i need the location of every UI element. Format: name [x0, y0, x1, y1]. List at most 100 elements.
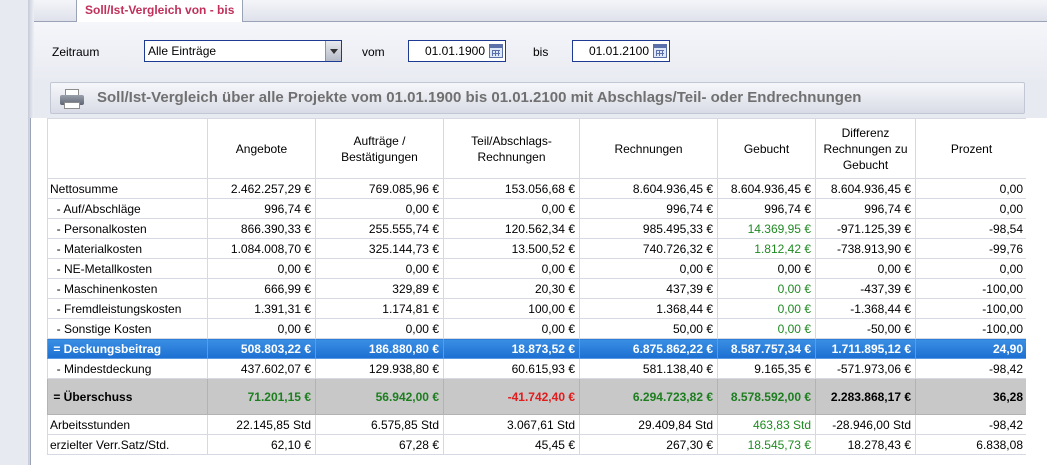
table-cell: -738.913,90 € — [815, 238, 916, 259]
bis-label: bis — [533, 45, 549, 59]
table-cell: -971.125,39 € — [815, 218, 916, 239]
report-title: Soll/Ist-Vergleich über alle Projekte vo… — [97, 89, 862, 106]
table-cell: 8.604.936,45 € — [815, 178, 916, 199]
table-cell: 1.174,81 € — [315, 298, 444, 319]
table-cell: 20,30 € — [443, 278, 580, 299]
table-cell: -571.973,06 € — [815, 358, 916, 379]
table-cell: -98,54 — [915, 218, 1028, 239]
table-cell: 0,00 € — [315, 258, 444, 279]
table-cell: 18.545,73 € — [717, 434, 816, 455]
table-cell: 100,00 € — [443, 298, 580, 319]
row-label: - Materialkosten — [47, 238, 208, 259]
table-row[interactable]: - NE-Metallkosten 0,00 €0,00 €0,00 €0,00 … — [47, 258, 1028, 279]
table-cell: 0,00 — [915, 198, 1028, 219]
table-cell: 0,00 € — [207, 318, 316, 339]
column-header[interactable]: Teil/Abschlags-Rechnungen — [443, 118, 580, 179]
row-label: = Deckungsbeitrag — [47, 338, 208, 359]
table-cell: 0,00 € — [717, 278, 816, 299]
table-cell: 0,00 € — [443, 258, 580, 279]
table-cell: -1.368,44 € — [815, 298, 916, 319]
column-header-label — [47, 118, 208, 179]
right-margin — [1026, 118, 1047, 465]
tab-soll-ist-vergleich[interactable]: Soll/Ist-Vergleich von - bis — [76, 0, 244, 22]
table-cell: 186.880,80 € — [315, 338, 444, 359]
table-row[interactable]: - Sonstige Kosten 0,00 €0,00 €0,00 €50,00… — [47, 318, 1028, 339]
table-cell: 508.803,22 € — [207, 338, 316, 359]
table-cell: 71.201,15 € — [207, 378, 316, 415]
row-label: - Fremdleistungskosten — [47, 298, 208, 319]
table-row[interactable]: Arbeitsstunden 22.145,85 Std 6.575,85 Std 3… — [47, 414, 1028, 435]
table-header-row: Angebote Aufträge / Bestätigungen Teil/A… — [47, 118, 1028, 179]
table-cell: 267,30 € — [579, 434, 718, 455]
table-row[interactable]: Nettosumme 2.462.257,29 €769.085,96 €153.… — [47, 178, 1028, 199]
table-cell: 2.462.257,29 € — [207, 178, 316, 199]
table-cell: 996,74 € — [579, 198, 718, 219]
table-cell: 29.409,84 Std — [579, 414, 718, 435]
table-cell: 9.165,35 € — [717, 358, 816, 379]
table-cell: 13.500,52 € — [443, 238, 580, 259]
table-cell: 8.604.936,45 € — [579, 178, 718, 199]
zeitraum-dropdown[interactable]: Alle Einträge — [144, 40, 342, 62]
table-cell: 1.084.008,70 € — [207, 238, 316, 259]
table-row[interactable]: - Maschinenkosten 666,99 €329,89 €20,30 €… — [47, 278, 1028, 299]
table-row[interactable]: - Fremdleistungskosten 1.391,31 €1.174,81… — [47, 298, 1028, 319]
column-header[interactable]: Rechnungen — [579, 118, 718, 179]
table-cell: 45,45 € — [443, 434, 580, 455]
table-cell: 120.562,34 € — [443, 218, 580, 239]
vom-date-value: 01.01.1900 — [424, 44, 485, 58]
table-cell: -437,39 € — [815, 278, 916, 299]
table-cell: 1.368,44 € — [579, 298, 718, 319]
report-table-area: Angebote Aufträge / Bestätigungen Teil/A… — [30, 118, 1028, 465]
row-label: = Überschuss — [47, 378, 208, 415]
row-label: erzielter Verr.Satz/Std. — [47, 434, 208, 455]
table-cell: 0,00 € — [579, 258, 718, 279]
table-cell: 0,00 € — [443, 318, 580, 339]
table-row[interactable]: = Deckungsbeitrag 508.803,22 €186.880,80 … — [47, 338, 1028, 359]
table-row[interactable]: - Auf/Abschläge 996,74 €0,00 €0,00 €996,7… — [47, 198, 1028, 219]
column-header[interactable]: Prozent — [915, 118, 1028, 179]
table-cell: 50,00 € — [579, 318, 718, 339]
table-cell: 437,39 € — [579, 278, 718, 299]
row-label: - Auf/Abschläge — [47, 198, 208, 219]
table-cell: -41.742,40 € — [443, 378, 580, 415]
calendar-icon[interactable] — [489, 44, 503, 58]
table-cell: 36,28 — [915, 378, 1028, 415]
table-cell: -98,42 — [915, 414, 1028, 435]
table-cell: 329,89 € — [315, 278, 444, 299]
table-cell: 6.838,08 — [915, 434, 1028, 455]
table-row[interactable]: erzielter Verr.Satz/Std. 62,10 €67,28 €45… — [47, 434, 1028, 455]
table-cell: 0,00 € — [443, 198, 580, 219]
column-header[interactable]: Angebote — [207, 118, 316, 179]
table-cell: 437.602,07 € — [207, 358, 316, 379]
vom-date-field[interactable]: 01.01.1900 — [408, 40, 506, 62]
table-row[interactable]: - Materialkosten 1.084.008,70 €325.144,73… — [47, 238, 1028, 259]
row-label: - Mindestdeckung — [47, 358, 208, 379]
column-header[interactable]: Differenz Rechnungen zu Gebucht — [815, 118, 916, 179]
zeitraum-value: Alle Einträge — [148, 44, 217, 58]
table-cell: 8.604.936,45 € — [717, 178, 816, 199]
table-cell: 18.873,52 € — [443, 338, 580, 359]
table-cell: 769.085,96 € — [315, 178, 444, 199]
printer-icon[interactable] — [60, 89, 84, 109]
table-cell: 325.144,73 € — [315, 238, 444, 259]
column-header[interactable]: Gebucht — [717, 118, 816, 179]
calendar-icon[interactable] — [653, 44, 667, 58]
table-cell: 866.390,33 € — [207, 218, 316, 239]
table-cell: 1.391,31 € — [207, 298, 316, 319]
chevron-down-icon[interactable] — [325, 41, 341, 61]
vom-label: vom — [362, 45, 385, 59]
table-cell: 6.875.862,22 € — [579, 338, 718, 359]
column-header[interactable]: Aufträge / Bestätigungen — [315, 118, 444, 179]
table-cell: 2.283.868,17 € — [815, 378, 916, 415]
bis-date-field[interactable]: 01.01.2100 — [572, 40, 670, 62]
table-cell: 0,00 € — [315, 318, 444, 339]
table-cell: 0,00 € — [207, 258, 316, 279]
table-cell: 463,83 Std — [717, 414, 816, 435]
table-row[interactable]: - Mindestdeckung 437.602,07 €129.938,80 €… — [47, 358, 1028, 379]
zeitraum-label: Zeitraum — [52, 45, 100, 59]
report-heading-band: Soll/Ist-Vergleich über alle Projekte vo… — [50, 82, 1025, 114]
table-row[interactable]: = Überschuss 71.201,15 €56.942,00 € -41.74… — [47, 378, 1028, 415]
table-cell: -100,00 — [915, 278, 1028, 299]
table-row[interactable]: - Personalkosten 866.390,33 €255.555,74 €… — [47, 218, 1028, 239]
bis-date-value: 01.01.2100 — [588, 44, 649, 58]
